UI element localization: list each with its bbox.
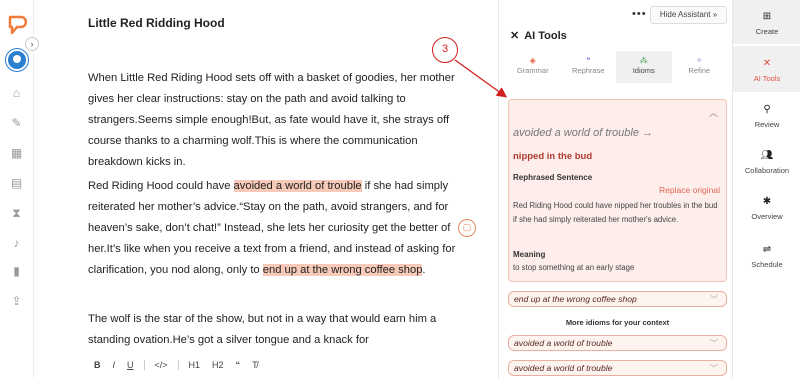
paragraph-3[interactable]: The wolf is the star of the show, but no… [88,309,468,351]
plus-square-icon: ⊞ [762,11,772,22]
nav-label: AI Tools [753,74,781,83]
format-toolbar: B I U </> H1 H2 “ T̸ [88,357,264,373]
bell-icon[interactable]: ♪ [10,237,23,250]
nav-ai-tools[interactable]: ✕ AI Tools [733,46,800,92]
signpost-icon: ⇌ [762,244,772,255]
idioms-icon: ⁂ [639,56,648,65]
sparkle-icon: ✧ [695,56,703,65]
highlight-wrong-coffee-shop[interactable]: end up at the wrong coffee shop [262,264,423,276]
left-rail: › ⌂ ✎ ▦ ▤ ⧗ ♪ ▮ ⇪ [0,0,39,378]
paragraph-1[interactable]: When Little Red Riding Hood sets off wit… [88,68,468,173]
nav-label: Overview [751,212,783,221]
nav-label: Schedule [751,260,783,269]
tab-label: Rephrase [571,66,605,75]
code-button[interactable]: </> [149,360,174,370]
quote-icon: ❝ [586,56,591,65]
bookmark-icon[interactable]: ▮ [10,265,23,278]
h1-button[interactable]: H1 [183,360,207,370]
tab-grammar[interactable]: ◈ Grammar [505,51,561,83]
replace-original-button[interactable]: Replace original [659,185,720,195]
nav-schedule[interactable]: ⇌ Schedule [733,244,800,269]
rephrased-label: Rephrased Sentence [513,173,593,182]
annotation-marker: 3 [432,37,458,63]
meaning-label: Meaning [513,250,546,259]
bold-button[interactable]: B [88,360,107,370]
tab-rephrase[interactable]: ❝ Rephrase [561,51,617,83]
editor[interactable]: Little Red Ridding Hood When Little Red … [34,0,499,378]
tab-idioms[interactable]: ⁂ Idioms [616,51,672,83]
hide-assistant-button[interactable]: Hide Assistant » [650,6,727,24]
idiom-item-label: avoided a world of trouble [514,363,613,373]
tab-label: Idioms [632,66,655,75]
underline-button[interactable]: U [121,360,140,370]
original-phrase: avoided a world of trouble → [513,127,654,139]
document-title: Little Red Ridding Hood [88,16,225,30]
idiom-item[interactable]: avoided a world of trouble ﹀ [508,335,727,351]
collapse-chevron-icon[interactable]: › [25,37,39,51]
paragraph-2[interactable]: Red Riding Hood could have avoided a wor… [88,176,468,281]
idiom-item-label: end up at the wrong coffee shop [514,294,637,304]
idiom-item[interactable]: avoided a world of trouble ﹀ [508,360,727,376]
toolbar-divider [177,360,179,370]
hourglass-icon[interactable]: ⧗ [10,207,23,220]
app-logo-icon [8,15,27,35]
more-idioms-heading: More idioms for your context [565,318,670,327]
card-icon[interactable]: ▤ [10,177,23,190]
tab-refine[interactable]: ✧ Refine [672,51,728,83]
nav-collaboration[interactable]: 👥︎ Collaboration [733,150,800,175]
calendar-icon[interactable]: ▦ [10,147,23,160]
nav-create[interactable]: ⊞ Create [733,0,800,44]
clear-format-button[interactable]: T̸ [246,360,264,370]
asterisk-icon: ✱ [762,196,772,207]
meaning-text: to stop something at an early stage [513,263,635,272]
paragraph-2-text-a: Red Riding Hood could have [88,180,234,192]
right-nav: ⊞ Create ✕ AI Tools ⚲ Review 👥︎ Collabor… [732,0,800,378]
ai-panel: ••• Hide Assistant » ✕ AI Tools ◈ Grammar … [500,0,732,378]
chevron-up-icon[interactable]: ︿ [709,106,718,119]
nav-overview[interactable]: ✱ Overview [733,196,800,221]
tab-label: Grammar [516,66,549,75]
quote-button[interactable]: “ [230,360,247,370]
user-edit-icon[interactable]: ✎ [10,117,23,130]
paragraph-2-text-b: if she had simply reiterated her mother’… [88,180,456,276]
tab-label: Refine [688,66,711,75]
chevron-down-icon: ﹀ [710,295,718,304]
toolbar-divider [143,360,145,370]
nav-review[interactable]: ⚲ Review [733,104,800,129]
highlight-avoided-trouble[interactable]: avoided a world of trouble [233,180,362,192]
chevron-down-icon: ﹀ [710,339,718,348]
idiom-item-label: avoided a world of trouble [514,338,613,348]
share-icon[interactable]: ⇪ [10,295,23,308]
italic-button[interactable]: I [107,360,122,370]
idiom-item[interactable]: end up at the wrong coffee shop ﹀ [508,291,727,307]
assistant-bubble-icon[interactable]: ▢ [458,219,476,237]
tools-icon: ✕ [510,30,520,42]
suggested-idiom: nipped in the bud [513,151,593,162]
more-options-icon[interactable]: ••• [632,8,647,20]
nav-label: Review [754,120,780,129]
ai-tools-title: ✕ AI Tools [510,29,567,42]
paragraph-2-text-c: . [422,264,426,276]
ai-tools-label: AI Tools [524,30,567,42]
shield-icon: ◈ [529,56,536,65]
users-icon: 👥︎ [760,150,774,161]
search-icon: ⚲ [763,104,771,115]
ai-tabs: ◈ Grammar ❝ Rephrase ⁂ Idioms ✧ Refine [505,51,727,83]
avatar[interactable] [6,49,28,71]
idiom-suggestion-card: ︿ avoided a world of trouble → nipped in… [508,99,727,282]
h2-button[interactable]: H2 [206,360,230,370]
tools-icon: ✕ [762,58,772,69]
rephrased-sentence: Red Riding Hood could have nipped her tr… [513,201,718,224]
nav-label: Collaboration [744,166,790,175]
nav-label: Create [755,27,779,36]
chevron-down-icon: ﹀ [710,364,718,373]
home-icon[interactable]: ⌂ [10,87,23,100]
